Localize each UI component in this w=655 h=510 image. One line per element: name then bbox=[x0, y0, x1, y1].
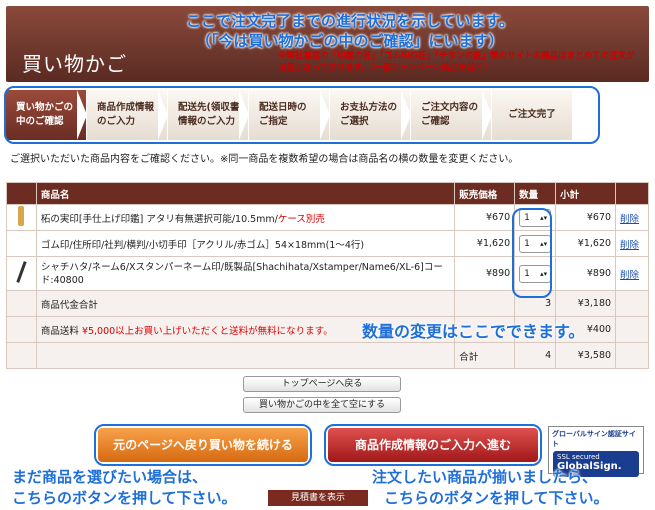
product-image bbox=[6, 256, 37, 291]
annotation-continue-1: まだ商品を選びたい場合は、 bbox=[12, 468, 208, 486]
product-total-label: 商品代金合計 bbox=[35, 290, 456, 317]
product-total-row: 商品代金合計 3 ¥3,180 bbox=[6, 290, 649, 317]
col-price: 販売価格 bbox=[454, 182, 516, 205]
clear-cart-button[interactable]: 買い物かごの中を全て空にする bbox=[243, 397, 401, 413]
estimate-button[interactable]: 見積書を表示 bbox=[268, 490, 368, 506]
product-image bbox=[6, 204, 37, 231]
qty-highlight bbox=[512, 208, 552, 298]
product-total: ¥3,180 bbox=[555, 290, 617, 317]
page-title: 買い物かご bbox=[22, 52, 127, 76]
grand-total-label: 合計 bbox=[454, 342, 516, 369]
delete-link[interactable]: 削除 bbox=[620, 214, 639, 225]
steps-highlight bbox=[4, 86, 600, 144]
col-name: 商品名 bbox=[35, 182, 456, 205]
product-price: ¥670 bbox=[454, 204, 516, 231]
table-row: ゴム印/住所印/社判/横判/小切手印［アクリル/赤ゴム］54×18mm(1〜4行… bbox=[6, 230, 649, 257]
product-price: ¥890 bbox=[454, 256, 516, 291]
product-image bbox=[6, 230, 37, 257]
instruction-text: ご選択いただいた商品内容をご確認ください。※同一商品を複数希望の場合は商品名の横… bbox=[10, 154, 519, 165]
grand-total: ¥3,580 bbox=[555, 342, 617, 369]
product-subtotal: ¥890 bbox=[555, 256, 617, 291]
table-row: 柘の実印[手仕上げ印鑑] アタリ有無選択可能/10.5mm/ケース別売 ¥670… bbox=[6, 204, 649, 231]
product-name: 柘の実印[手仕上げ印鑑] アタリ有無選択可能/10.5mm/ケース別売 bbox=[35, 204, 456, 231]
product-subtotal: ¥1,620 bbox=[555, 230, 617, 257]
col-subtotal: 小計 bbox=[555, 182, 617, 205]
product-name: シャチハタ/ネーム6/Xスタンパーネーム印/既製品[Shachihata/Xst… bbox=[35, 256, 456, 291]
continue-highlight bbox=[94, 424, 312, 466]
product-price: ¥1,620 bbox=[454, 230, 516, 257]
annotation-continue-2: こちらのボタンを押して下さい。 bbox=[12, 489, 237, 507]
annotation-current-step: （「今は買い物かごの中のご確認」にいます） bbox=[196, 32, 504, 50]
grand-total-row: 合計 4 ¥3,580 bbox=[6, 342, 649, 369]
site-notice: ※弊社運営の「印鑑の匠」「ゴム印の匠」「チタンの匠」等のサイトの商品はまとめての… bbox=[278, 51, 635, 73]
col-qty: 数量 bbox=[514, 182, 557, 205]
shipping-note: ¥5,000以上お買い上げいただくと送料が無料になります。 bbox=[81, 325, 333, 337]
grand-total-qty: 4 bbox=[514, 342, 557, 369]
annotation-progress: ここで注文完了までの進行状況を示しています。 bbox=[186, 12, 515, 30]
proceed-highlight bbox=[324, 424, 542, 466]
delete-link[interactable]: 削除 bbox=[620, 270, 639, 281]
product-subtotal: ¥670 bbox=[555, 204, 617, 231]
table-row: シャチハタ/ネーム6/Xスタンパーネーム印/既製品[Shachihata/Xst… bbox=[6, 256, 649, 291]
top-page-button[interactable]: トップページへ戻る bbox=[243, 376, 401, 392]
delete-link[interactable]: 削除 bbox=[620, 240, 639, 251]
product-name: ゴム印/住所印/社判/横判/小切手印［アクリル/赤ゴム］54×18mm(1〜4行… bbox=[35, 230, 456, 257]
annotation-qty: 数量の変更はここでできます。 bbox=[362, 322, 585, 341]
table-header-row: 商品名 販売価格 数量 小計 bbox=[6, 182, 649, 205]
annotation-proceed-1: 注文したい商品が揃いましたら、 bbox=[372, 468, 598, 486]
annotation-proceed-2: こちらのボタンを押して下さい。 bbox=[384, 489, 609, 507]
